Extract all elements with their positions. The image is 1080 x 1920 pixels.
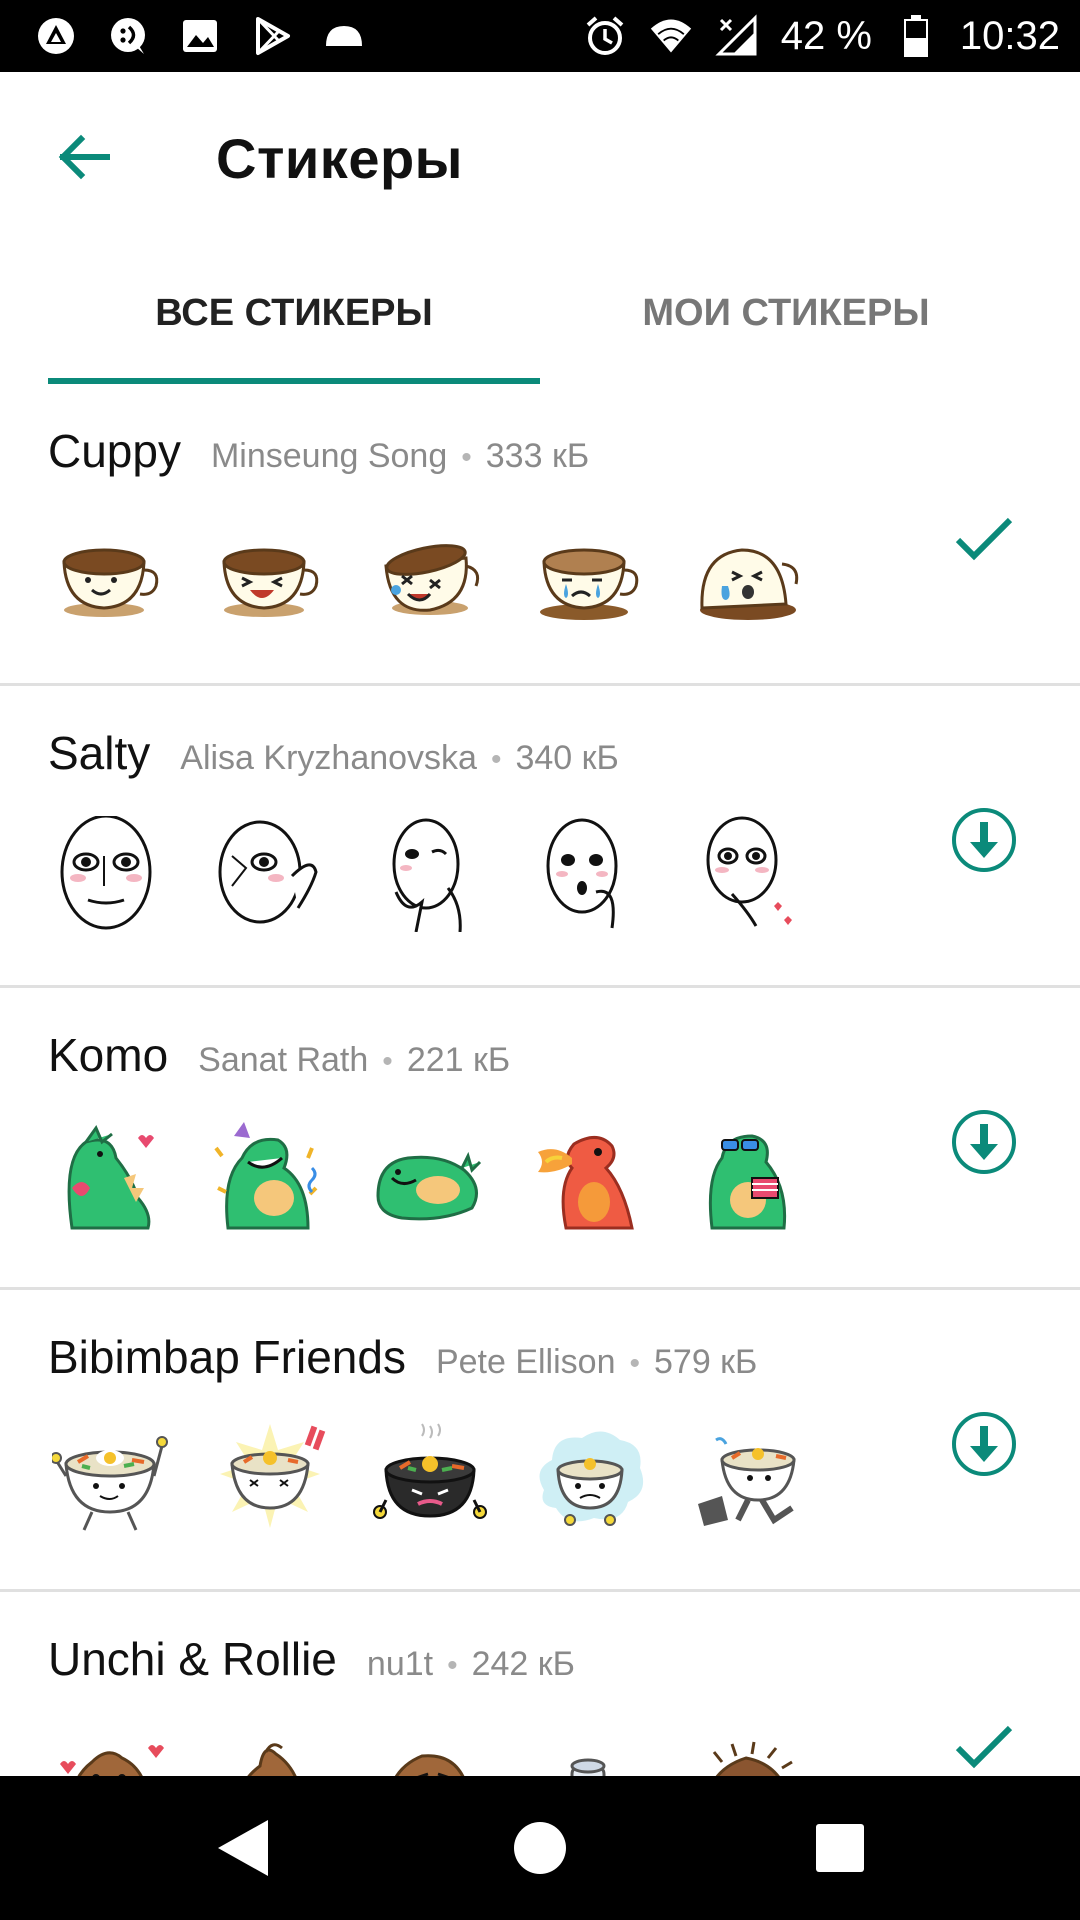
- tab-my-stickers[interactable]: МОИ СТИКЕРЫ: [540, 242, 1032, 384]
- pack-size: 242 кБ: [471, 1645, 575, 1683]
- pack-size: 221 кБ: [406, 1041, 511, 1079]
- bowl-sticker: [539, 1431, 644, 1526]
- play-store-icon: [250, 14, 294, 58]
- pack-size: 579 кБ: [654, 1343, 758, 1381]
- separator-dot: •: [461, 441, 472, 474]
- battery-icon: [894, 14, 938, 58]
- face-sticker: [60, 816, 152, 930]
- installed-check-button[interactable]: [948, 1710, 1020, 1782]
- dino-sticker: [67, 1124, 154, 1230]
- download-button[interactable]: [948, 1408, 1020, 1480]
- bowl-sticker: [698, 1437, 796, 1526]
- cup-sticker: [222, 548, 319, 617]
- separator-dot: •: [490, 743, 502, 776]
- pack-header: Cuppy Minseung Song • 333 кБ: [48, 424, 589, 478]
- pack-name: Unchi & Rollie: [48, 1633, 337, 1685]
- cloud-icon: [322, 14, 366, 58]
- sticker-preview-row: [52, 1420, 808, 1536]
- pack-name: Salty: [48, 727, 151, 779]
- separator-dot: •: [382, 1045, 393, 1078]
- cup-sticker: [700, 548, 799, 620]
- download-icon: [952, 1110, 1016, 1174]
- pack-author: nu1t: [366, 1645, 434, 1683]
- nav-home-button[interactable]: [504, 1812, 576, 1884]
- pack-meta: Minseung Song • 333 кБ: [211, 437, 589, 476]
- face-sticker: [218, 820, 318, 924]
- pack-size: 333 кБ: [485, 437, 590, 475]
- face-sticker: [392, 818, 462, 932]
- pack-author: Alisa Kryzhanovska: [180, 739, 477, 777]
- download-icon: [952, 1412, 1016, 1476]
- toolbar: Стикеры: [0, 72, 1080, 242]
- pack-size: 340 кБ: [515, 739, 619, 777]
- pack-meta: Sanat Rath • 221 кБ: [198, 1041, 510, 1080]
- nav-recents-button[interactable]: [804, 1812, 876, 1884]
- sticker-pack[interactable]: Salty Alisa Kryzhanovska • 340 кБ: [0, 686, 1080, 988]
- android-auto-icon: [34, 14, 78, 58]
- battery-percent: 42 %: [780, 13, 872, 58]
- cup-sticker: [540, 548, 639, 620]
- pack-name: Cuppy: [48, 425, 181, 477]
- pack-header: Komo Sanat Rath • 221 кБ: [48, 1028, 510, 1082]
- status-left-icons: [34, 14, 366, 58]
- chat-bubble-icon: [106, 14, 150, 58]
- sticker-pack[interactable]: Cuppy Minseung Song • 333 кБ: [0, 384, 1080, 686]
- sticker-preview-row: [52, 816, 808, 932]
- tab-bar: ВСЕ СТИКЕРЫ МОИ СТИКЕРЫ: [0, 242, 1080, 384]
- app-root: 42 % 10:32 Стикеры ВСЕ СТИКЕРЫ МОИ СТИКЕ…: [0, 0, 1080, 1920]
- image-icon: [178, 14, 222, 58]
- pack-header: Bibimbap Friends Pete Ellison • 579 кБ: [48, 1330, 757, 1384]
- separator-dot: •: [629, 1347, 640, 1380]
- checkmark-icon: [955, 1725, 1013, 1769]
- bowl-dark-sticker: [373, 1423, 487, 1519]
- clock: 10:32: [959, 13, 1060, 58]
- back-button[interactable]: [50, 124, 116, 190]
- status-bar: 42 % 10:32: [0, 0, 1080, 72]
- pack-name: Komo: [48, 1029, 169, 1081]
- cell-signal-icon: [715, 14, 759, 58]
- checkmark-icon: [955, 517, 1013, 561]
- sticker-preview-row: [52, 514, 808, 630]
- pack-header: Salty Alisa Kryzhanovska • 340 кБ: [48, 726, 619, 780]
- installed-check-button[interactable]: [948, 502, 1020, 574]
- download-icon: [952, 808, 1016, 872]
- pack-author: Minseung Song: [210, 437, 448, 475]
- pack-author: Pete Ellison: [435, 1343, 616, 1381]
- arrow-left-icon: [58, 134, 110, 180]
- sticker-preview-row: [52, 1118, 808, 1234]
- dino-sticker: [708, 1134, 787, 1230]
- tab-all-stickers[interactable]: ВСЕ СТИКЕРЫ: [48, 242, 540, 384]
- bowl-sticker: [52, 1436, 168, 1531]
- navigation-bar: [0, 1776, 1080, 1920]
- cup-sticker: [62, 548, 159, 617]
- dino-sticker: [376, 1151, 482, 1221]
- wifi-icon: [649, 14, 693, 58]
- download-button[interactable]: [948, 804, 1020, 876]
- sticker-pack[interactable]: Komo Sanat Rath • 221 кБ: [0, 988, 1080, 1290]
- nav-back-button[interactable]: [206, 1812, 278, 1884]
- download-button[interactable]: [948, 1106, 1020, 1178]
- pack-name: Bibimbap Friends: [48, 1331, 406, 1383]
- dino-sticker: [214, 1122, 318, 1230]
- recents-square-icon: [816, 1824, 864, 1872]
- alarm-icon: [583, 14, 627, 58]
- back-triangle-icon: [218, 1820, 268, 1876]
- status-right: 42 % 10:32: [583, 0, 1060, 72]
- dino-red-sticker: [538, 1136, 634, 1230]
- pack-meta: nu1t • 242 кБ: [367, 1645, 575, 1684]
- pack-meta: Pete Ellison • 579 кБ: [436, 1343, 757, 1382]
- face-sticker: [546, 818, 618, 929]
- page-title: Стикеры: [216, 127, 463, 190]
- cup-sticker: [384, 544, 480, 615]
- home-circle-icon: [514, 1822, 566, 1874]
- sticker-pack[interactable]: Bibimbap Friends Pete Ellison • 579 кБ: [0, 1290, 1080, 1592]
- bowl-sticker: [220, 1424, 326, 1528]
- pack-meta: Alisa Kryzhanovska • 340 кБ: [180, 739, 619, 778]
- face-sticker: [706, 816, 792, 927]
- pack-author: Sanat Rath: [198, 1041, 369, 1079]
- pack-header: Unchi & Rollie nu1t • 242 кБ: [48, 1632, 575, 1686]
- separator-dot: •: [447, 1649, 458, 1682]
